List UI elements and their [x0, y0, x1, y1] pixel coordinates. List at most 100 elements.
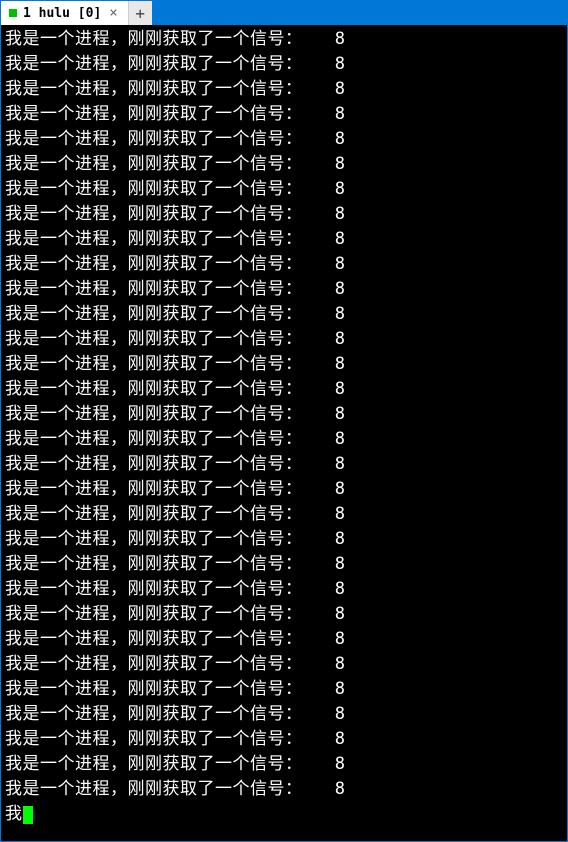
- terminal-line: 我是一个进程，刚刚获取了一个信号： 8: [5, 402, 563, 427]
- terminal-message-text: 我是一个进程，刚刚获取了一个信号：: [5, 729, 335, 749]
- terminal-signal-value: 8: [335, 454, 346, 474]
- terminal-message-text: 我是一个进程，刚刚获取了一个信号：: [5, 79, 335, 99]
- terminal-current-line: 我: [5, 802, 563, 827]
- terminal-signal-value: 8: [335, 604, 346, 624]
- terminal-signal-value: 8: [335, 729, 346, 749]
- terminal-message-text: 我是一个进程，刚刚获取了一个信号：: [5, 479, 335, 499]
- terminal-signal-value: 8: [335, 529, 346, 549]
- terminal-signal-value: 8: [335, 329, 346, 349]
- terminal-line: 我是一个进程，刚刚获取了一个信号： 8: [5, 702, 563, 727]
- terminal-partial-text: 我: [5, 802, 23, 827]
- terminal-message-text: 我是一个进程，刚刚获取了一个信号：: [5, 329, 335, 349]
- terminal-signal-value: 8: [335, 179, 346, 199]
- terminal-message-text: 我是一个进程，刚刚获取了一个信号：: [5, 529, 335, 549]
- terminal-line: 我是一个进程，刚刚获取了一个信号： 8: [5, 377, 563, 402]
- terminal-line: 我是一个进程，刚刚获取了一个信号： 8: [5, 102, 563, 127]
- terminal-signal-value: 8: [335, 579, 346, 599]
- terminal-message-text: 我是一个进程，刚刚获取了一个信号：: [5, 679, 335, 699]
- terminal-signal-value: 8: [335, 379, 346, 399]
- terminal-message-text: 我是一个进程，刚刚获取了一个信号：: [5, 654, 335, 674]
- terminal-message-text: 我是一个进程，刚刚获取了一个信号：: [5, 629, 335, 649]
- terminal-signal-value: 8: [335, 104, 346, 124]
- terminal-message-text: 我是一个进程，刚刚获取了一个信号：: [5, 504, 335, 524]
- terminal-line: 我是一个进程，刚刚获取了一个信号： 8: [5, 352, 563, 377]
- terminal-line: 我是一个进程，刚刚获取了一个信号： 8: [5, 502, 563, 527]
- terminal-line: 我是一个进程，刚刚获取了一个信号： 8: [5, 727, 563, 752]
- terminal-message-text: 我是一个进程，刚刚获取了一个信号：: [5, 429, 335, 449]
- terminal-line: 我是一个进程，刚刚获取了一个信号： 8: [5, 152, 563, 177]
- terminal-signal-value: 8: [335, 679, 346, 699]
- terminal-signal-value: 8: [335, 429, 346, 449]
- terminal-signal-value: 8: [335, 704, 346, 724]
- terminal-line: 我是一个进程，刚刚获取了一个信号： 8: [5, 627, 563, 652]
- terminal-message-text: 我是一个进程，刚刚获取了一个信号：: [5, 379, 335, 399]
- terminal-signal-value: 8: [335, 304, 346, 324]
- terminal-signal-value: 8: [335, 629, 346, 649]
- terminal-line: 我是一个进程，刚刚获取了一个信号： 8: [5, 602, 563, 627]
- terminal-signal-value: 8: [335, 29, 346, 49]
- terminal-message-text: 我是一个进程，刚刚获取了一个信号：: [5, 754, 335, 774]
- terminal-signal-value: 8: [335, 504, 346, 524]
- tab-title: 1 hulu [0]: [23, 6, 101, 21]
- new-tab-button[interactable]: +: [128, 1, 152, 25]
- tab-bar: 1 hulu [0] × +: [1, 1, 567, 25]
- terminal-signal-value: 8: [335, 654, 346, 674]
- terminal-message-text: 我是一个进程，刚刚获取了一个信号：: [5, 254, 335, 274]
- terminal-line: 我是一个进程，刚刚获取了一个信号： 8: [5, 202, 563, 227]
- terminal-message-text: 我是一个进程，刚刚获取了一个信号：: [5, 54, 335, 74]
- terminal-signal-value: 8: [335, 229, 346, 249]
- terminal-signal-value: 8: [335, 404, 346, 424]
- terminal-line: 我是一个进程，刚刚获取了一个信号： 8: [5, 277, 563, 302]
- terminal-line: 我是一个进程，刚刚获取了一个信号： 8: [5, 652, 563, 677]
- terminal-message-text: 我是一个进程，刚刚获取了一个信号：: [5, 179, 335, 199]
- terminal-message-text: 我是一个进程，刚刚获取了一个信号：: [5, 579, 335, 599]
- terminal-message-text: 我是一个进程，刚刚获取了一个信号：: [5, 454, 335, 474]
- terminal-line: 我是一个进程，刚刚获取了一个信号： 8: [5, 77, 563, 102]
- terminal-message-text: 我是一个进程，刚刚获取了一个信号：: [5, 354, 335, 374]
- terminal-line: 我是一个进程，刚刚获取了一个信号： 8: [5, 127, 563, 152]
- terminal-signal-value: 8: [335, 554, 346, 574]
- terminal-signal-value: 8: [335, 354, 346, 374]
- terminal-signal-value: 8: [335, 129, 346, 149]
- terminal-window: 1 hulu [0] × + 我是一个进程，刚刚获取了一个信号： 8我是一个进程…: [0, 0, 568, 842]
- terminal-message-text: 我是一个进程，刚刚获取了一个信号：: [5, 779, 335, 799]
- terminal-message-text: 我是一个进程，刚刚获取了一个信号：: [5, 154, 335, 174]
- close-icon[interactable]: ×: [107, 5, 119, 21]
- terminal-line: 我是一个进程，刚刚获取了一个信号： 8: [5, 527, 563, 552]
- terminal-message-text: 我是一个进程，刚刚获取了一个信号：: [5, 229, 335, 249]
- terminal-signal-value: 8: [335, 79, 346, 99]
- terminal-message-text: 我是一个进程，刚刚获取了一个信号：: [5, 204, 335, 224]
- terminal-message-text: 我是一个进程，刚刚获取了一个信号：: [5, 304, 335, 324]
- terminal-line: 我是一个进程，刚刚获取了一个信号： 8: [5, 302, 563, 327]
- tab-active[interactable]: 1 hulu [0] ×: [1, 1, 128, 25]
- terminal-message-text: 我是一个进程，刚刚获取了一个信号：: [5, 104, 335, 124]
- terminal-output[interactable]: 我是一个进程，刚刚获取了一个信号： 8我是一个进程，刚刚获取了一个信号： 8我是…: [1, 25, 567, 841]
- terminal-message-text: 我是一个进程，刚刚获取了一个信号：: [5, 279, 335, 299]
- terminal-line: 我是一个进程，刚刚获取了一个信号： 8: [5, 477, 563, 502]
- terminal-line: 我是一个进程，刚刚获取了一个信号： 8: [5, 777, 563, 802]
- terminal-signal-value: 8: [335, 154, 346, 174]
- terminal-line: 我是一个进程，刚刚获取了一个信号： 8: [5, 552, 563, 577]
- terminal-signal-value: 8: [335, 54, 346, 74]
- tab-status-indicator: [9, 9, 17, 17]
- terminal-message-text: 我是一个进程，刚刚获取了一个信号：: [5, 704, 335, 724]
- terminal-line: 我是一个进程，刚刚获取了一个信号： 8: [5, 427, 563, 452]
- terminal-line: 我是一个进程，刚刚获取了一个信号： 8: [5, 577, 563, 602]
- terminal-line: 我是一个进程，刚刚获取了一个信号： 8: [5, 452, 563, 477]
- terminal-signal-value: 8: [335, 479, 346, 499]
- terminal-line: 我是一个进程，刚刚获取了一个信号： 8: [5, 227, 563, 252]
- terminal-message-text: 我是一个进程，刚刚获取了一个信号：: [5, 554, 335, 574]
- terminal-signal-value: 8: [335, 279, 346, 299]
- terminal-line: 我是一个进程，刚刚获取了一个信号： 8: [5, 252, 563, 277]
- terminal-line: 我是一个进程，刚刚获取了一个信号： 8: [5, 177, 563, 202]
- terminal-line: 我是一个进程，刚刚获取了一个信号： 8: [5, 327, 563, 352]
- terminal-line: 我是一个进程，刚刚获取了一个信号： 8: [5, 677, 563, 702]
- terminal-signal-value: 8: [335, 254, 346, 274]
- terminal-line: 我是一个进程，刚刚获取了一个信号： 8: [5, 752, 563, 777]
- terminal-message-text: 我是一个进程，刚刚获取了一个信号：: [5, 129, 335, 149]
- terminal-signal-value: 8: [335, 779, 346, 799]
- terminal-signal-value: 8: [335, 754, 346, 774]
- terminal-message-text: 我是一个进程，刚刚获取了一个信号：: [5, 404, 335, 424]
- terminal-line: 我是一个进程，刚刚获取了一个信号： 8: [5, 27, 563, 52]
- terminal-message-text: 我是一个进程，刚刚获取了一个信号：: [5, 604, 335, 624]
